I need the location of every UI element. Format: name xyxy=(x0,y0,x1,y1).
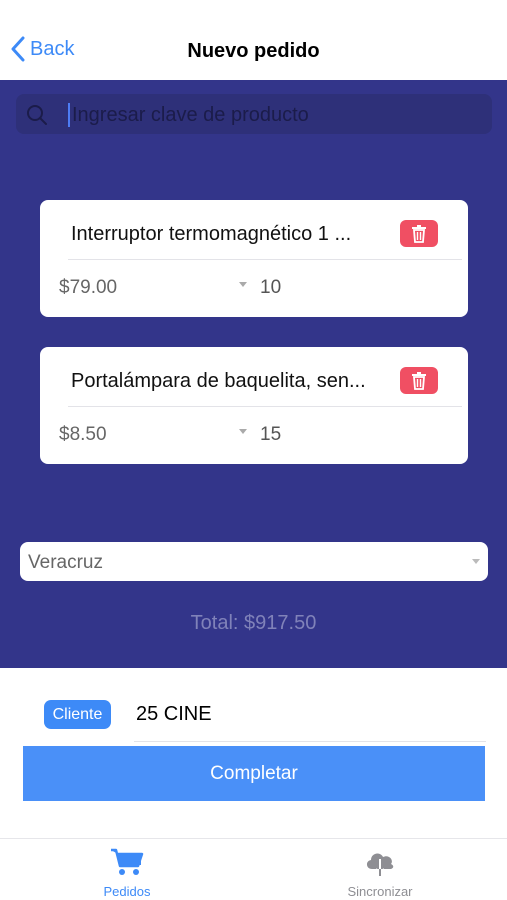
card-divider xyxy=(68,259,462,260)
quantity-dropdown-arrow-icon[interactable] xyxy=(239,429,247,434)
client-field[interactable]: 25 CINE xyxy=(136,703,212,726)
location-select[interactable]: Veracruz xyxy=(20,542,488,581)
search-input[interactable] xyxy=(72,100,492,130)
product-card: Interruptor termomagnético 1 ... $79.00 … xyxy=(40,200,468,317)
complete-button[interactable]: Completar xyxy=(23,746,485,801)
product-price: $8.50 xyxy=(59,424,107,445)
dropdown-arrow-icon xyxy=(472,559,480,564)
delete-button[interactable] xyxy=(400,367,438,394)
text-cursor xyxy=(68,103,70,127)
order-total: Total: $917.50 xyxy=(190,612,317,634)
quantity-dropdown-arrow-icon[interactable] xyxy=(239,282,247,287)
tab-sincronizar[interactable]: Sincronizar xyxy=(320,847,440,899)
tab-bar: Pedidos Sincronizar xyxy=(0,838,507,900)
tab-label: Sincronizar xyxy=(347,884,413,899)
search-bar[interactable] xyxy=(16,94,492,134)
location-select-value: Veracruz xyxy=(28,552,103,573)
trash-icon xyxy=(412,371,426,390)
product-price: $79.00 xyxy=(59,277,118,298)
cart-icon xyxy=(111,848,144,875)
cloud-download-icon xyxy=(366,853,394,876)
search-icon xyxy=(27,105,47,125)
tab-pedidos[interactable]: Pedidos xyxy=(67,847,187,899)
tab-label: Pedidos xyxy=(103,884,151,899)
product-card: Portalámpara de baquelita, sen... $8.50 … xyxy=(40,347,468,464)
card-divider xyxy=(68,406,462,407)
product-name: Interruptor termomagnético 1 ... xyxy=(71,223,352,245)
order-panel: Interruptor termomagnético 1 ... $79.00 … xyxy=(0,80,507,668)
client-badge: Cliente xyxy=(44,700,111,729)
product-quantity[interactable]: 10 xyxy=(260,277,281,299)
product-name: Portalámpara de baquelita, sen... xyxy=(71,370,366,392)
client-field-underline xyxy=(134,741,486,742)
delete-button[interactable] xyxy=(400,220,438,247)
page-title: Nuevo pedido xyxy=(187,40,320,62)
navigation-bar: Back Nuevo pedido xyxy=(0,0,507,80)
product-quantity[interactable]: 15 xyxy=(260,424,281,446)
trash-icon xyxy=(412,224,426,243)
